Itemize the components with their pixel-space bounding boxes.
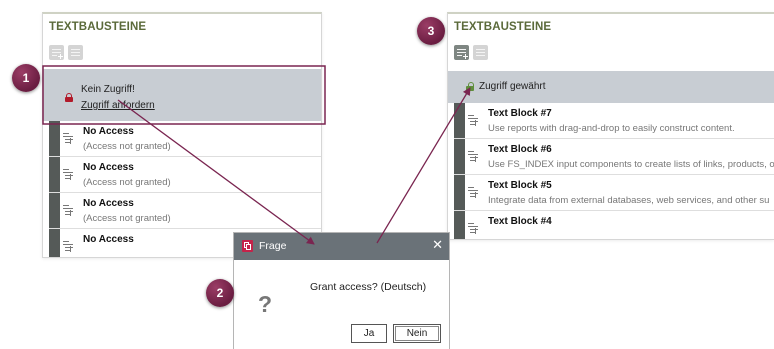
text-block-icon: [468, 150, 480, 162]
list-view-button[interactable]: [473, 45, 488, 60]
app-icon: [242, 240, 253, 252]
access-status-text: Kein Zugriff!: [81, 84, 135, 95]
plus-icon: [463, 54, 468, 59]
text-block-icon: [63, 204, 75, 216]
confirm-dialog: Frage ✕ ? Grant access? (Deutsch) Ja Nei…: [233, 232, 450, 349]
list-item[interactable]: No Access (Access not granted): [49, 157, 321, 193]
list-item[interactable]: Text Block #4: [454, 211, 774, 239]
text-block-icon: [468, 114, 480, 126]
plus-icon: [58, 54, 63, 59]
list-item[interactable]: Text Block #7 Use reports with drag-and-…: [454, 103, 774, 139]
left-text-blocks-panel: TEXTBAUSTEINE Kein Zugriff! Zugriff anfo…: [42, 12, 322, 258]
access-granted-bar: Zugriff gewährt: [448, 71, 774, 103]
step-badge-1: 1: [12, 64, 40, 92]
add-item-button[interactable]: [49, 45, 64, 60]
text-block-icon: [468, 222, 480, 234]
text-block-icon: [63, 132, 75, 144]
item-subtitle: Use FS_INDEX input components to create …: [488, 159, 774, 170]
request-access-link[interactable]: Zugriff anfordern: [81, 100, 155, 111]
access-denied-bar: Kein Zugriff! Zugriff anfordern: [43, 69, 321, 121]
right-text-blocks-panel: TEXTBAUSTEINE Zugriff gewährt Text Block…: [447, 12, 774, 240]
step-badge-2: 2: [206, 279, 234, 307]
list-view-button[interactable]: [68, 45, 83, 60]
item-title: Text Block #6: [488, 144, 552, 155]
list-item[interactable]: Text Block #6 Use FS_INDEX input compone…: [454, 139, 774, 175]
lock-open-icon: [466, 82, 474, 91]
step-badge-3: 3: [417, 17, 445, 45]
item-title: Text Block #4: [488, 216, 552, 227]
item-subtitle: Integrate data from external databases, …: [488, 195, 770, 206]
item-subtitle: (Access not granted): [83, 141, 171, 152]
item-subtitle: (Access not granted): [83, 177, 171, 188]
item-subtitle: (Access not granted): [83, 213, 171, 224]
close-icon[interactable]: ✕: [432, 238, 443, 252]
list-item[interactable]: No Access (Access not granted): [49, 121, 321, 157]
yes-button[interactable]: Ja: [351, 324, 387, 343]
item-title: No Access: [83, 162, 134, 173]
item-title: No Access: [83, 234, 134, 245]
item-title: No Access: [83, 126, 134, 137]
text-block-icon: [468, 186, 480, 198]
dialog-header: Frage ✕: [234, 233, 449, 260]
question-icon: ?: [258, 291, 273, 317]
list-item[interactable]: No Access (Access not granted): [49, 193, 321, 229]
lock-closed-icon: [65, 93, 73, 102]
access-status-text: Zugriff gewährt: [479, 81, 546, 92]
list-item[interactable]: Text Block #5 Integrate data from extern…: [454, 175, 774, 211]
item-title: No Access: [83, 198, 134, 209]
no-button[interactable]: Nein: [393, 324, 441, 343]
item-title: Text Block #5: [488, 180, 552, 191]
item-subtitle: Use reports with drag-and-drop to easily…: [488, 123, 735, 134]
dialog-question: Grant access? (Deutsch): [310, 281, 427, 293]
text-block-icon: [63, 168, 75, 180]
item-title: Text Block #7: [488, 108, 552, 119]
add-item-button[interactable]: [454, 45, 469, 60]
panel-title: TEXTBAUSTEINE: [454, 21, 552, 33]
text-block-icon: [63, 240, 75, 252]
dialog-title: Frage: [259, 240, 287, 252]
panel-title: TEXTBAUSTEINE: [49, 21, 147, 33]
